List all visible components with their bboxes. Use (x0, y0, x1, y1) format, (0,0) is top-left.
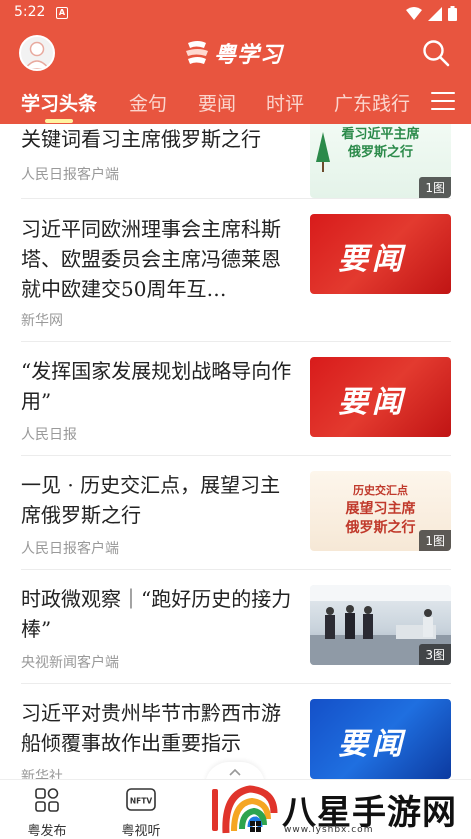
tab-headlines[interactable]: 学习头条 (21, 89, 97, 116)
status-indicators (406, 6, 457, 21)
tab-quotes[interactable]: 金句 (129, 89, 167, 116)
tv-icon: NFTV (126, 788, 156, 811)
list-item[interactable]: 关键词看习主席俄罗斯之行 人民日报客户端 看习近平主席 俄罗斯之行 1图 (0, 124, 471, 198)
image-count-badge: 1图 (419, 530, 451, 551)
article-thumbnail: 要闻 (310, 357, 451, 437)
thumb-caption: 要闻 (338, 727, 406, 762)
article-thumbnail: 要闻 (310, 214, 451, 294)
user-avatar[interactable] (19, 35, 55, 71)
app-notification-icon: A (56, 7, 68, 19)
divider (21, 198, 451, 199)
user-silhouette-icon (24, 41, 50, 69)
image-count-badge: 1图 (419, 177, 451, 198)
channel-tabs: 学习头条 金句 要闻 时评 广东践行 (0, 78, 471, 124)
thumb-caption: 看习近平主席 (341, 127, 420, 142)
article-source: 新华网 (21, 313, 63, 329)
thumb-caption: 展望习主席 (345, 501, 416, 517)
image-count-badge: 3图 (419, 644, 451, 665)
thumb-caption: 历史交汇点 (353, 484, 408, 497)
status-time: 5:22 (14, 4, 46, 20)
article-thumbnail: 要闻 (310, 699, 451, 779)
nav-yue-shiting[interactable]: NFTV 粤视听 (111, 786, 171, 839)
active-tab-indicator (45, 119, 73, 123)
search-icon (423, 40, 450, 67)
divider (21, 683, 451, 684)
tab-news[interactable]: 要闻 (198, 89, 236, 116)
list-item[interactable]: 一见 · 历史交汇点，展望习主席俄罗斯之行 人民日报客户端 历史交汇点 展望习主… (0, 470, 471, 580)
article-title: 一见 · 历史交汇点，展望习主席俄罗斯之行 (21, 473, 281, 527)
article-source: 人民日报客户端 (21, 541, 119, 557)
article-title: 习近平对贵州毕节市黔西市游船倾覆事故作出重要指示 (21, 701, 281, 755)
list-item[interactable]: 习近平同欧洲理事会主席科斯塔、欧盟委员会主席冯德莱恩就中欧建交50周年互… 新华… (0, 214, 471, 344)
article-source: 央视新闻客户端 (21, 655, 119, 671)
menu-line (431, 100, 455, 102)
site-watermark: 八星手游网 www.lyshbx.com (212, 783, 468, 837)
logo-text: 粤学习 (214, 43, 284, 68)
signal-icon (428, 6, 442, 21)
article-source: 人民日报客户端 (21, 167, 119, 183)
article-title: 关键词看习主席俄罗斯之行 (21, 127, 261, 151)
channel-menu-button[interactable] (431, 92, 455, 112)
article-title: “发挥国家发展规划战略导向作用” (21, 359, 292, 413)
app-header: 粤学习 (0, 28, 471, 78)
article-source: 新华社 (21, 769, 63, 779)
grid-icon (35, 788, 59, 812)
battery-icon (448, 6, 457, 21)
article-title: 习近平同欧洲理事会主席科斯塔、欧盟委员会主席冯德莱恩就中欧建交50周年互… (21, 217, 281, 301)
app-logo: 粤学习 (184, 38, 283, 68)
divider (21, 341, 451, 342)
article-thumbnail: 历史交汇点 展望习主席 俄罗斯之行 1图 (310, 471, 451, 551)
tab-guangdong-practice[interactable]: 广东践行 (334, 89, 410, 116)
divider (21, 455, 451, 456)
tv-icon-text: NFTV (130, 797, 153, 806)
watermark-logo-icon (212, 785, 278, 834)
nav-label: 粤视听 (121, 824, 161, 839)
article-source: 人民日报 (21, 427, 77, 443)
menu-line (431, 92, 455, 94)
chevron-up-icon (229, 768, 241, 776)
tree-decoration-icon (316, 132, 330, 172)
wifi-icon (406, 6, 422, 20)
nav-label: 粤发布 (27, 824, 67, 839)
nav-yue-fabu[interactable]: 粤发布 (17, 786, 77, 839)
menu-line (431, 108, 455, 110)
article-thumbnail: 看习近平主席 俄罗斯之行 1图 (310, 124, 451, 198)
status-bar: 5:22 A (0, 0, 471, 28)
thumb-caption: 要闻 (338, 242, 406, 277)
article-title: 时政微观察｜“跑好历史的接力棒” (21, 587, 292, 641)
thumb-caption: 俄罗斯之行 (347, 145, 413, 160)
list-item[interactable]: “发挥国家发展规划战略导向作用” 人民日报 要闻 (0, 356, 471, 466)
divider (21, 569, 451, 570)
search-button[interactable] (421, 38, 451, 68)
watermark-url: www.lyshbx.com (284, 825, 374, 835)
article-thumbnail: 3图 (310, 585, 451, 665)
news-feed[interactable]: 关键词看习主席俄罗斯之行 人民日报客户端 看习近平主席 俄罗斯之行 1图 习近平… (0, 124, 471, 779)
tab-commentary[interactable]: 时评 (266, 89, 304, 116)
thumb-caption: 要闻 (338, 385, 406, 420)
logo-mark-icon (186, 41, 208, 64)
list-item[interactable]: 时政微观察｜“跑好历史的接力棒” 央视新闻客户端 3图 (0, 584, 471, 694)
